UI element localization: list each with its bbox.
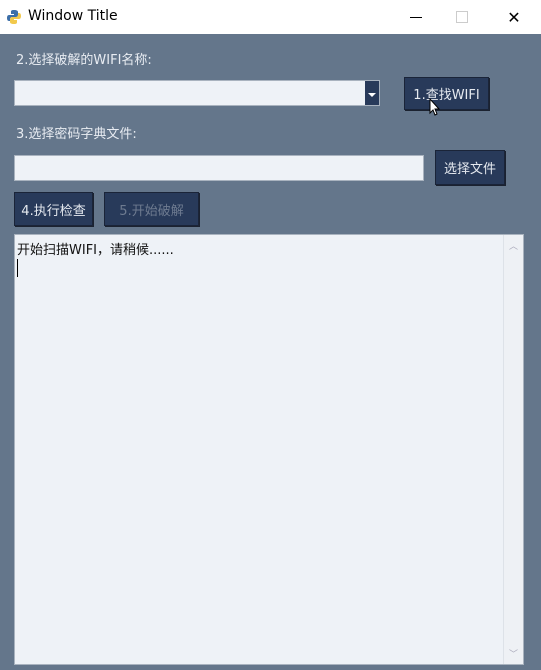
minimize-button[interactable] xyxy=(393,0,439,34)
close-button[interactable]: ✕ xyxy=(491,0,537,34)
start-crack-button[interactable]: 5.开始破解 xyxy=(104,192,199,226)
chevron-down-icon[interactable] xyxy=(365,81,379,105)
wifi-name-label: 2.选择破解的WIFI名称: xyxy=(16,53,152,68)
log-text: 开始扫描WIFI，请稍候...... xyxy=(17,243,174,258)
maximize-button[interactable] xyxy=(439,0,485,34)
scroll-up-icon[interactable]: ︿ xyxy=(509,239,518,252)
choose-file-button[interactable]: 选择文件 xyxy=(435,150,505,185)
app-window: Window Title ✕ 2.选择破解的WIFI名称: 1.查找WIFI 3… xyxy=(0,0,541,670)
wifi-combobox[interactable] xyxy=(14,80,380,106)
run-check-button[interactable]: 4.执行检查 xyxy=(14,192,93,226)
maximize-icon xyxy=(456,11,468,23)
log-textarea[interactable]: 开始扫描WIFI，请稍候...... ︿ ﹀ xyxy=(14,234,524,665)
title-bar: Window Title ✕ xyxy=(0,0,541,34)
text-caret xyxy=(17,259,18,277)
window-title: Window Title xyxy=(28,8,118,24)
dict-file-input[interactable] xyxy=(14,155,424,181)
dict-file-label: 3.选择密码字典文件: xyxy=(16,127,137,142)
vertical-scrollbar[interactable]: ︿ ﹀ xyxy=(503,235,523,664)
scroll-down-icon[interactable]: ﹀ xyxy=(509,647,518,660)
python-logo-icon xyxy=(7,10,21,24)
mouse-cursor-icon xyxy=(429,98,441,116)
close-icon: ✕ xyxy=(507,7,521,27)
minimize-icon xyxy=(410,16,422,18)
find-wifi-button[interactable]: 1.查找WIFI xyxy=(404,77,489,110)
